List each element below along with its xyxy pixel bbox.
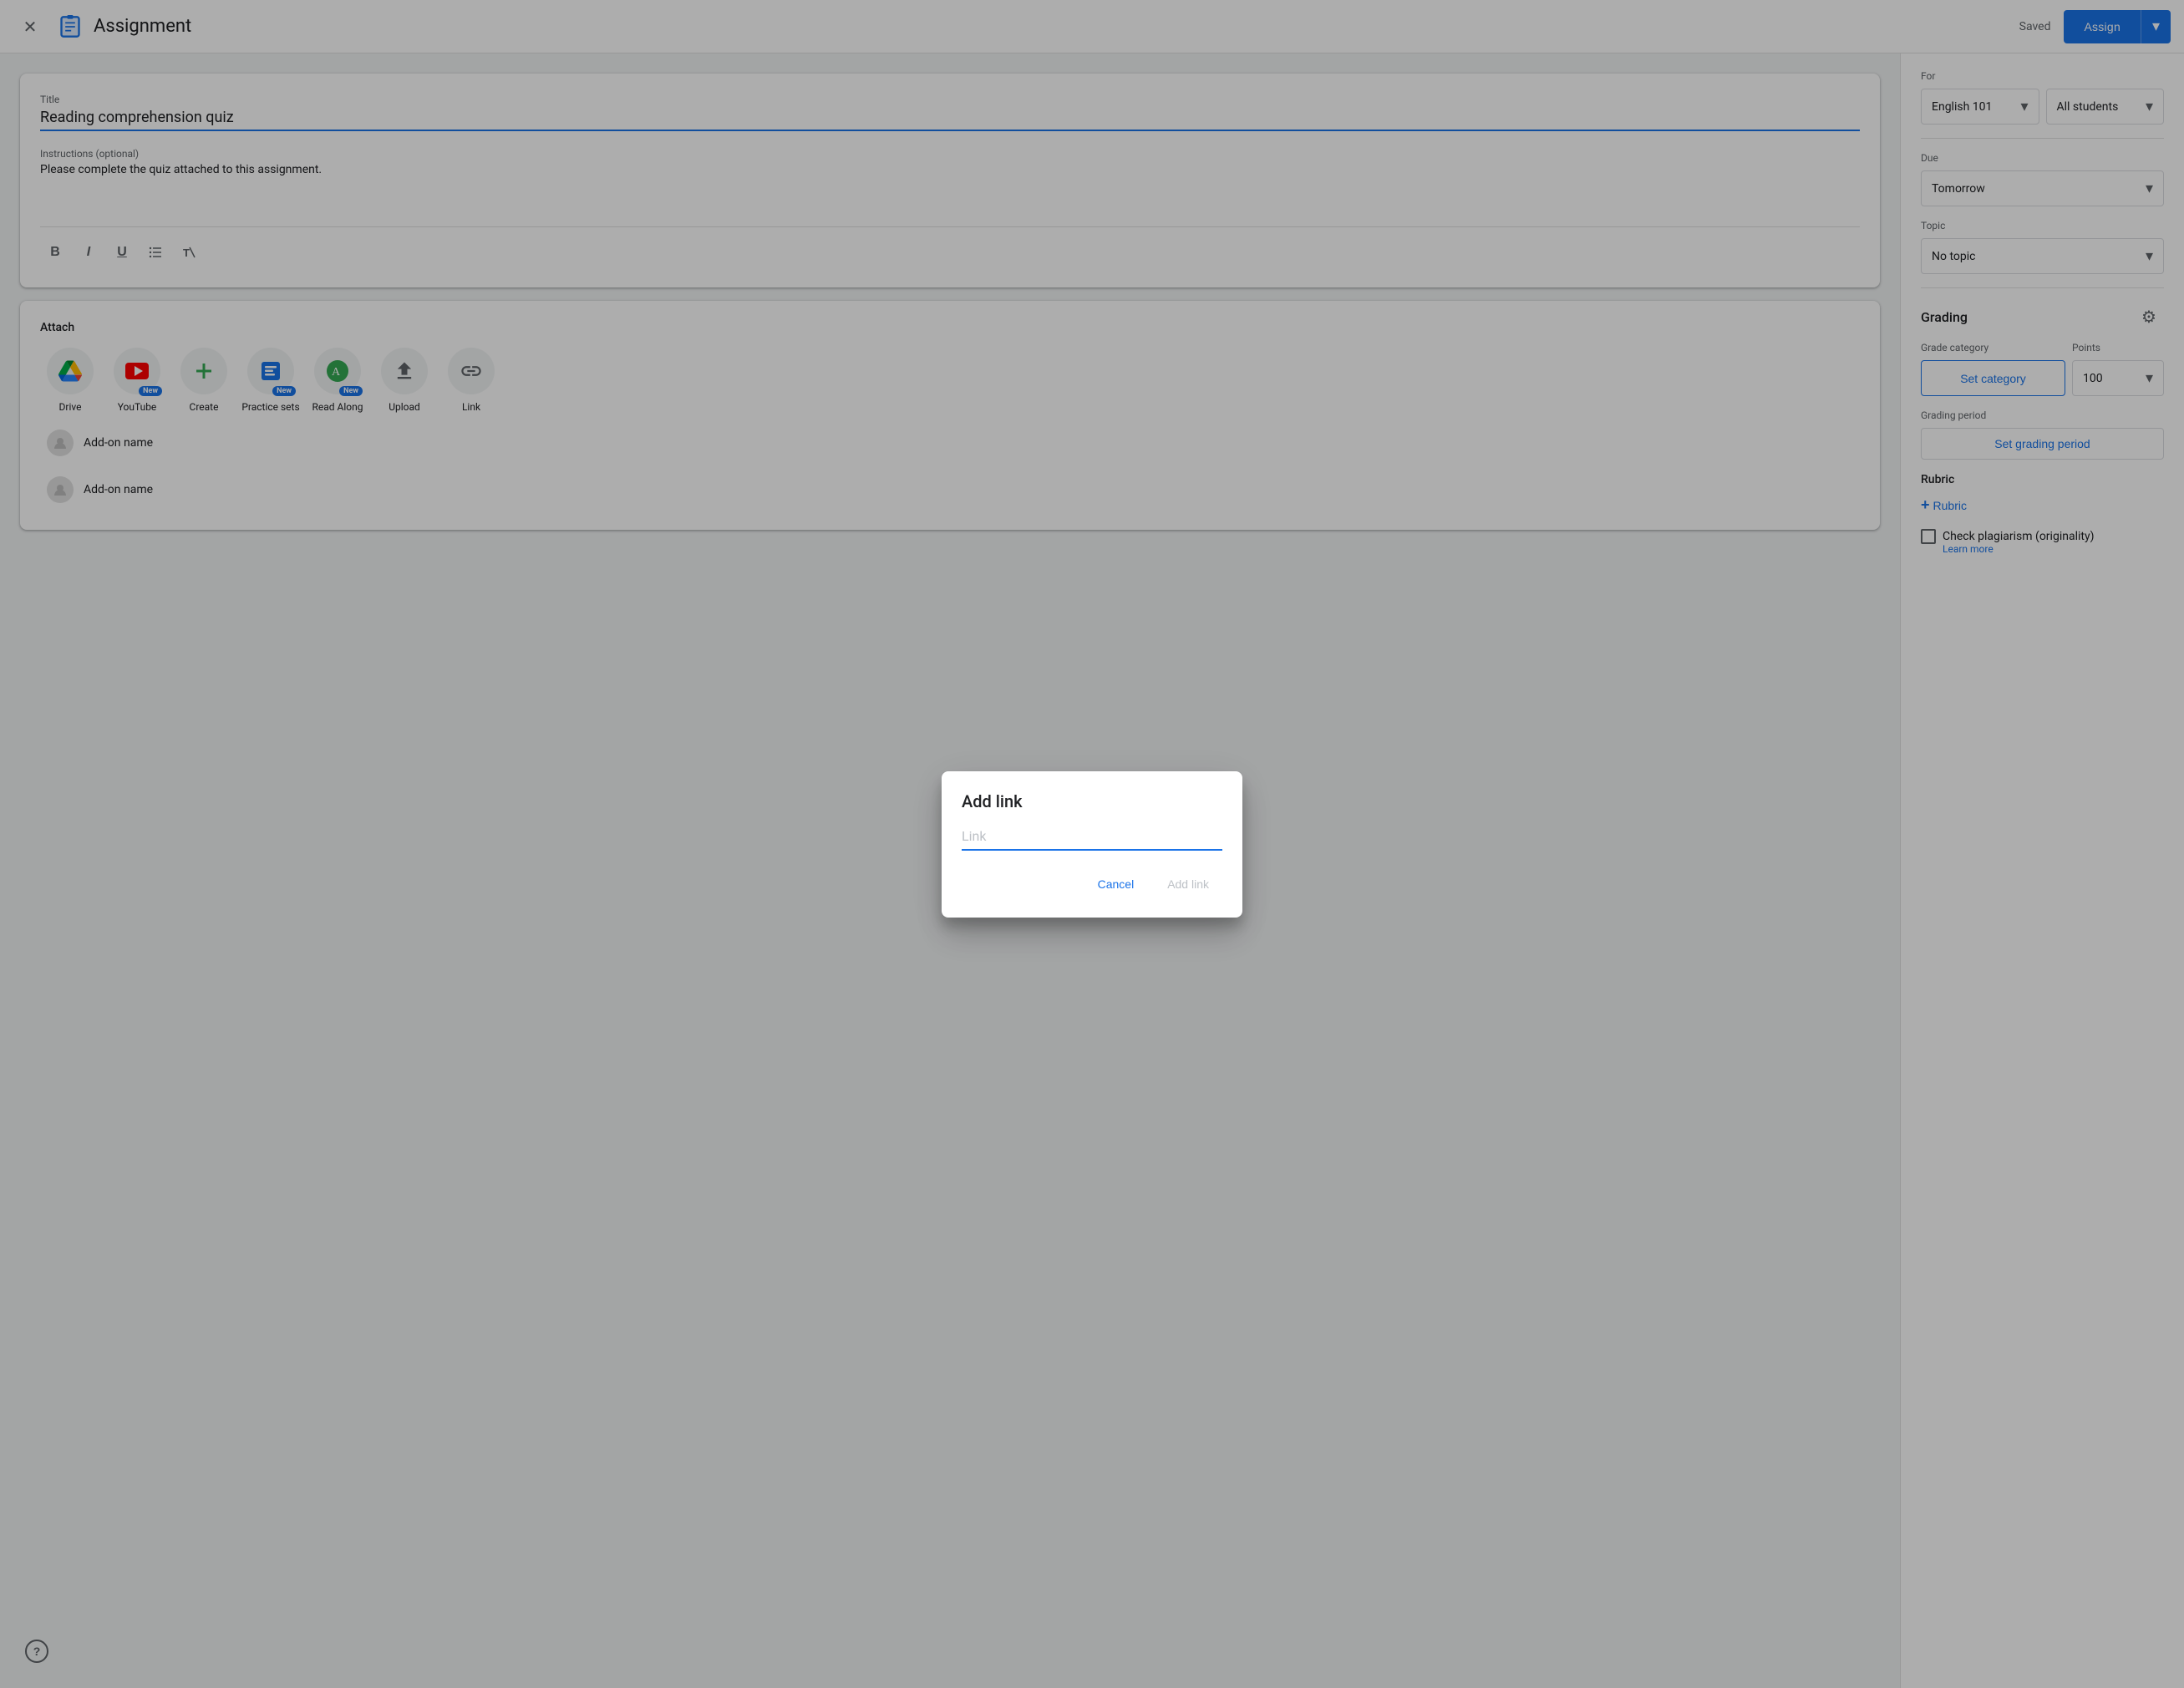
- dialog-overlay[interactable]: Add link Cancel Add link: [0, 0, 2184, 1688]
- dialog-actions: Cancel Add link: [962, 871, 1222, 897]
- dialog-cancel-button[interactable]: Cancel: [1084, 871, 1148, 897]
- dialog-title: Add link: [962, 791, 1222, 811]
- add-link-dialog: Add link Cancel Add link: [942, 771, 1242, 918]
- link-input[interactable]: [962, 828, 1222, 851]
- dialog-add-button[interactable]: Add link: [1154, 871, 1222, 897]
